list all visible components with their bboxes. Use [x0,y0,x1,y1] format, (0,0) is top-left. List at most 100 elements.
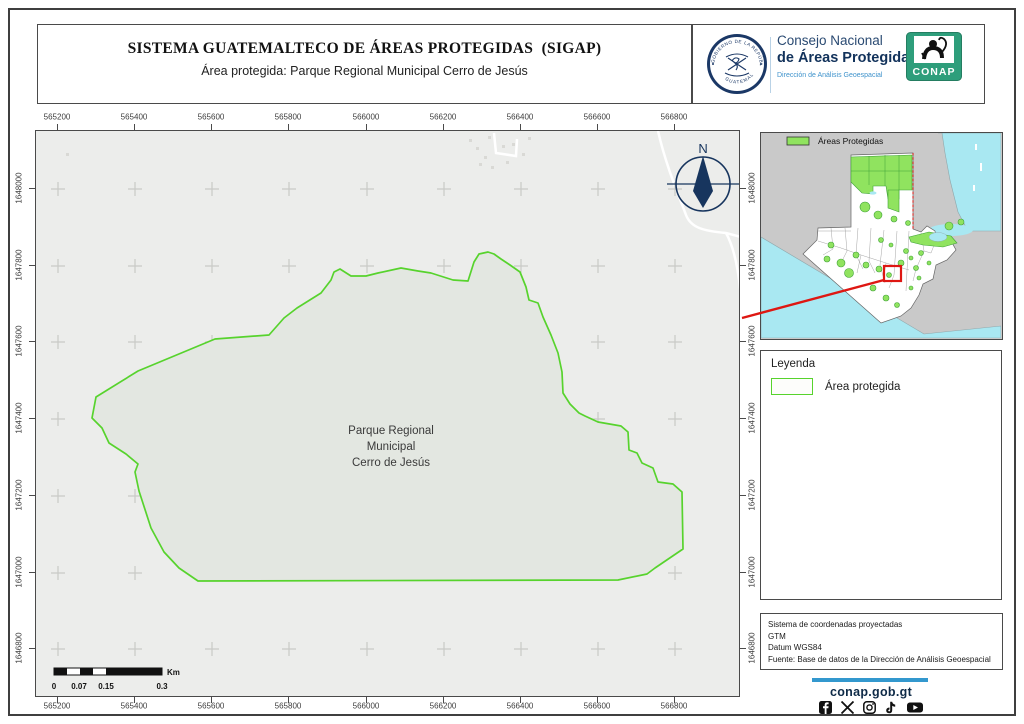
y-axis-label-right: 1647000 [748,556,757,587]
scale-bar-value: 0 [52,682,56,691]
axis-tick [520,697,521,703]
legend-item-label: Área protegida [825,381,900,393]
axis-tick [211,697,212,703]
x-axis-label-top: 565800 [275,113,302,122]
map-frame: N Parque Regional Municipal Cerro de Jes… [35,130,740,697]
area-label-line2: Municipal [336,439,446,455]
y-axis-label-left: 1646800 [15,632,24,663]
scale-bar-unit: Km [167,668,180,677]
inset-map-canvas: Áreas Protegidas [761,133,1001,338]
logo-box: GOBIERNO DE LA REPÚBLICA GUATEMALA Conse… [692,24,985,104]
org-text: Consejo Nacional de Áreas Protegidas Dir… [777,34,927,79]
axis-tick [211,124,212,130]
axis-tick [443,697,444,703]
axis-tick [57,697,58,703]
inset-map: Áreas Protegidas [760,132,1003,340]
axis-tick [57,124,58,130]
scale-bar [54,668,162,675]
axis-tick [288,124,289,130]
y-axis-label-right: 1648000 [748,172,757,203]
social-icons [760,701,982,714]
youtube-icon[interactable] [907,701,923,714]
government-seal-icon: GOBIERNO DE LA REPÚBLICA GUATEMALA [706,33,768,95]
datum-line: Datum WGS84 [768,642,1002,654]
info-box: Sistema de coordenadas proyectadas GTM D… [760,613,1003,670]
y-axis-label-left: 1648000 [15,172,24,203]
map-canvas: N [36,131,740,697]
lake-peten-itza [870,191,877,194]
x-icon[interactable] [841,701,854,714]
axis-tick [288,697,289,703]
x-axis-label-top: 565200 [44,113,71,122]
org-name-line2: de Áreas Protegidas [777,51,927,66]
lake-izabal [929,233,947,242]
axis-tick [597,124,598,130]
inset-legend-swatch [787,137,809,145]
axis-tick [134,697,135,703]
footer: conap.gob.gt [760,676,1003,716]
axis-tick [740,188,746,189]
axis-tick [29,418,35,419]
axis-tick [740,572,746,573]
instagram-icon[interactable] [863,701,876,714]
protected-area-polygon [92,252,683,581]
axis-tick [366,124,367,130]
axis-tick [520,124,521,130]
area-label-line1: Parque Regional [336,423,446,439]
x-axis-label-top: 565400 [121,113,148,122]
legend-title: Leyenda [771,358,1001,370]
axis-tick [29,572,35,573]
legend-item: Área protegida [771,378,1001,395]
projection-line: GTM [768,631,1002,643]
x-axis-label-top: 566200 [430,113,457,122]
conap-logo-text: CONAP [913,66,956,78]
protected-area-label: Parque Regional Municipal Cerro de Jesús [336,423,446,471]
y-axis-label-left: 1647800 [15,249,24,280]
axis-tick [740,341,746,342]
website-link[interactable]: conap.gob.gt [760,685,982,699]
x-axis-label-top: 566800 [661,113,688,122]
north-label: N [698,141,707,156]
axis-tick [740,648,746,649]
area-label-line3: Cerro de Jesús [336,455,446,471]
y-axis-label-left: 1647200 [15,479,24,510]
scale-bar-value: 0.07 [71,682,87,691]
axis-tick [740,265,746,266]
x-axis-label-top: 566400 [507,113,534,122]
conap-logo-icon: CONAP [906,32,962,82]
axis-tick [29,341,35,342]
legend-box: Leyenda Área protegida [760,350,1002,600]
tiktok-icon[interactable] [885,701,898,714]
x-axis-label-top: 565600 [198,113,225,122]
road-lines [494,131,740,299]
axis-tick [29,188,35,189]
inset-legend-label: Áreas Protegidas [818,136,883,146]
y-axis-label-left: 1647600 [15,325,24,356]
y-axis-label-right: 1647400 [748,402,757,433]
scale-bar-value: 0.15 [98,682,114,691]
axis-tick [29,495,35,496]
page-subtitle: Área protegida: Parque Regional Municipa… [38,64,691,78]
facebook-icon[interactable] [819,701,832,714]
y-axis-label-right: 1647600 [748,325,757,356]
legend-swatch [771,378,813,395]
crs-line: Sistema de coordenadas proyectadas [768,619,1002,631]
axis-tick [740,495,746,496]
title-box: SISTEMA GUATEMALTECO DE ÁREAS PROTEGIDAS… [37,24,692,104]
map-sheet: SISTEMA GUATEMALTECO DE ÁREAS PROTEGIDAS… [0,0,1024,724]
axis-tick [29,265,35,266]
y-axis-label-left: 1647000 [15,556,24,587]
axis-tick [597,697,598,703]
footer-accent-bar [812,678,928,682]
source-line: Fuente: Base de datos de la Dirección de… [768,654,1002,666]
axis-tick [134,124,135,130]
y-axis-label-left: 1647400 [15,402,24,433]
y-axis-label-right: 1646800 [748,632,757,663]
axis-tick [674,124,675,130]
logo-divider [770,37,771,93]
axis-tick [740,418,746,419]
org-department: Dirección de Análisis Geoespacial [777,72,927,79]
x-axis-label-top: 566000 [353,113,380,122]
org-name-line1: Consejo Nacional [777,34,927,48]
axis-tick [443,124,444,130]
